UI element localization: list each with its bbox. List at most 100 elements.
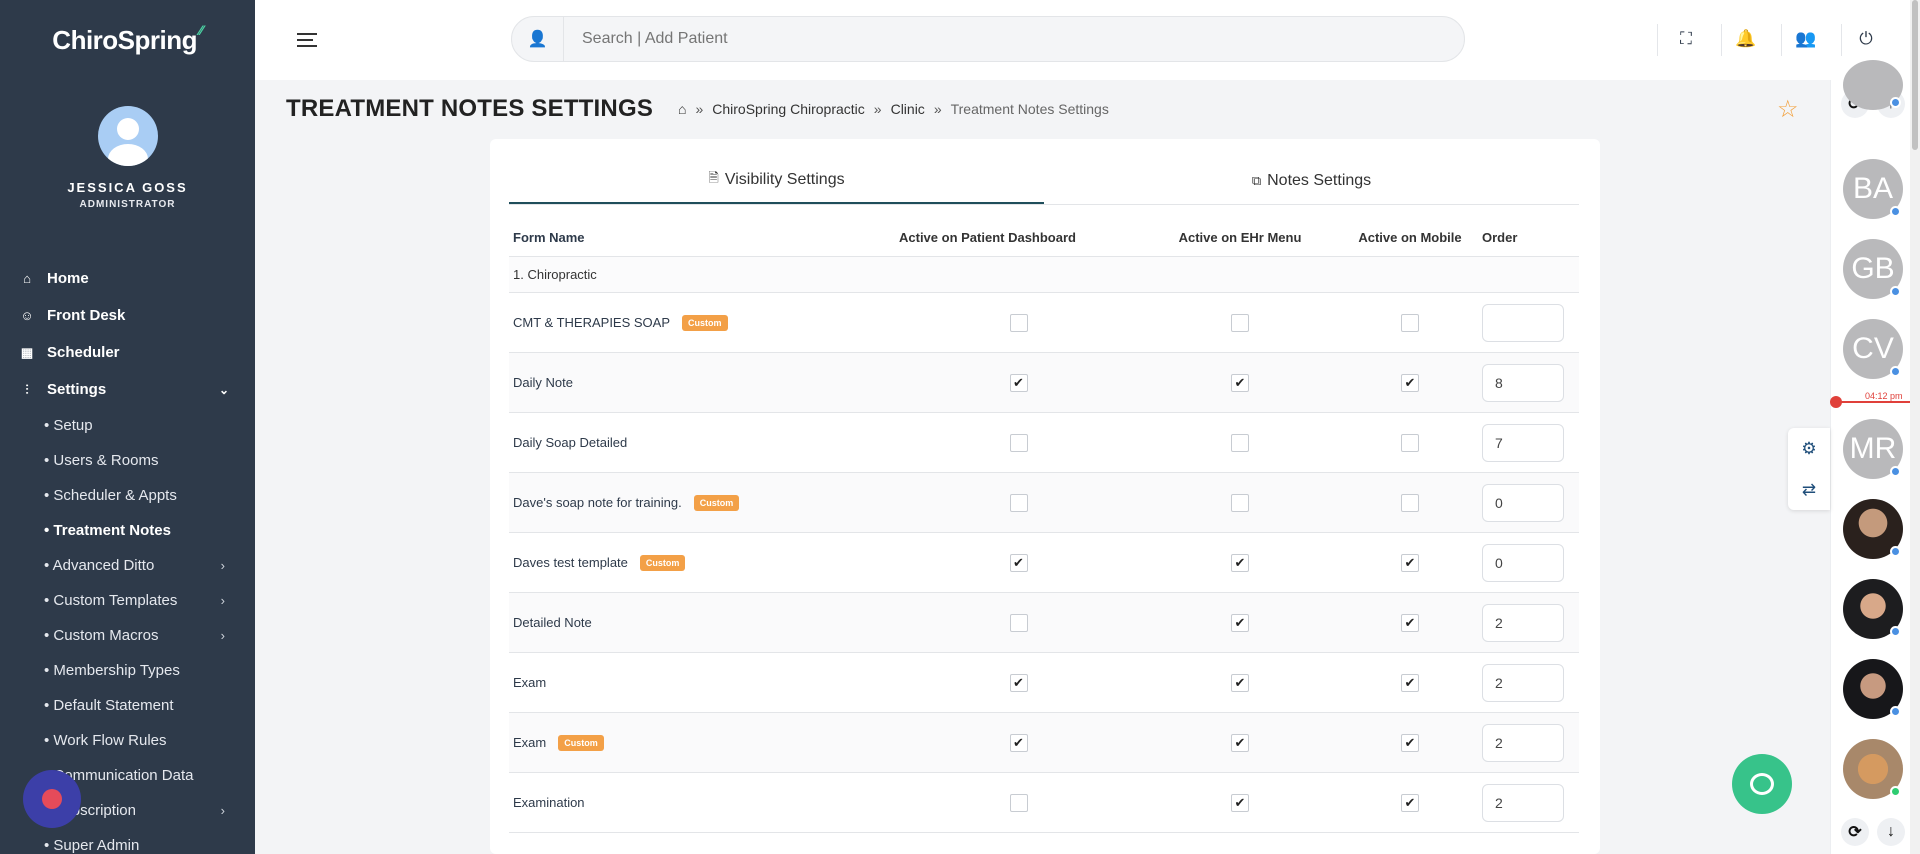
tab-visibility-settings[interactable]: 🗎 Visibility Settings bbox=[509, 158, 1044, 204]
dashboard-checkbox[interactable]: ✔ bbox=[1009, 673, 1028, 692]
power-icon[interactable]: ⏻ bbox=[1855, 28, 1877, 50]
sub-item-custom-templates[interactable]: • Custom Templates › bbox=[0, 583, 255, 618]
patient-photo[interactable] bbox=[1843, 579, 1903, 639]
sub-item-super-admin[interactable]: • Super Admin bbox=[0, 828, 255, 854]
menu-toggle-icon[interactable] bbox=[297, 33, 317, 51]
sub-item-work-flow-rules[interactable]: • Work Flow Rules bbox=[0, 723, 255, 758]
order-input[interactable] bbox=[1482, 483, 1564, 522]
chevron-right-icon: › bbox=[220, 628, 225, 643]
time-marker-dot bbox=[1830, 396, 1842, 408]
order-input[interactable] bbox=[1482, 543, 1564, 582]
form-name: Detailed Note bbox=[513, 615, 592, 630]
arrow-down-icon[interactable]: ↓ bbox=[1877, 818, 1905, 846]
transfer-icon[interactable]: ⇄ bbox=[1788, 469, 1830, 510]
dashboard-checkbox[interactable]: ✔ bbox=[1009, 373, 1028, 392]
chat-icon bbox=[1750, 773, 1774, 795]
dashboard-checkbox[interactable] bbox=[1009, 493, 1028, 512]
mobile-checkbox[interactable]: ✔ bbox=[1401, 553, 1419, 572]
ehr-checkbox[interactable] bbox=[1231, 313, 1249, 332]
scrollbar[interactable] bbox=[1910, 0, 1920, 854]
patient-photo[interactable] bbox=[1843, 499, 1903, 559]
app-logo[interactable]: ChiroSpring ⁄⁄ bbox=[0, 0, 255, 80]
form-name-cell: Daves test template Custom bbox=[509, 554, 899, 571]
users-icon[interactable]: 👥 bbox=[1795, 28, 1817, 50]
ehr-checkbox[interactable]: ✔ bbox=[1231, 793, 1249, 812]
user-name: JESSICA GOSS bbox=[67, 180, 188, 195]
breadcrumb-link[interactable]: Clinic bbox=[891, 101, 925, 117]
sub-item-users-rooms[interactable]: • Users & Rooms bbox=[0, 443, 255, 478]
patient-avatar[interactable]: MR bbox=[1843, 419, 1903, 479]
patient-avatar[interactable]: CV bbox=[1843, 319, 1903, 379]
nav-item-scheduler[interactable]: ▦ Scheduler bbox=[0, 334, 255, 371]
bell-icon[interactable]: 🔔 bbox=[1735, 28, 1757, 50]
sub-item-custom-macros[interactable]: • Custom Macros › bbox=[0, 618, 255, 653]
ehr-checkbox[interactable] bbox=[1231, 493, 1249, 512]
mobile-checkbox[interactable]: ✔ bbox=[1401, 373, 1419, 392]
dashboard-checkbox[interactable] bbox=[1009, 613, 1028, 632]
dashboard-checkbox[interactable] bbox=[1009, 313, 1028, 332]
table-row: Exam Custom ✔ ✔ ✔ bbox=[509, 713, 1579, 773]
sub-item-advanced-ditto[interactable]: • Advanced Ditto › bbox=[0, 548, 255, 583]
user-avatar[interactable] bbox=[97, 106, 158, 166]
order-input[interactable] bbox=[1482, 663, 1564, 702]
table-row: Daily Soap Detailed bbox=[509, 413, 1579, 473]
breadcrumb-current: Treatment Notes Settings bbox=[950, 101, 1109, 117]
search-input[interactable] bbox=[564, 30, 1444, 48]
sub-item-scheduler-appts[interactable]: • Scheduler & Appts bbox=[0, 478, 255, 513]
mobile-checkbox[interactable] bbox=[1401, 313, 1419, 332]
ehr-checkbox[interactable]: ✔ bbox=[1231, 373, 1249, 392]
form-name-cell: CMT & THERAPIES SOAP Custom bbox=[509, 314, 899, 331]
leaf-icon: ⁄⁄ bbox=[199, 22, 203, 38]
patient-avatar[interactable]: BA bbox=[1843, 159, 1903, 219]
dashboard-checkbox[interactable]: ✔ bbox=[1009, 553, 1028, 572]
nav-item-settings[interactable]: ⫶ Settings ⌄ bbox=[0, 371, 255, 408]
sub-item-setup[interactable]: • Setup bbox=[0, 408, 255, 443]
tab-notes-settings[interactable]: ⧉ Notes Settings bbox=[1044, 158, 1579, 204]
ehr-checkbox[interactable]: ✔ bbox=[1231, 733, 1249, 752]
mobile-checkbox[interactable]: ✔ bbox=[1401, 613, 1419, 632]
record-button[interactable] bbox=[23, 770, 81, 828]
patient-photo[interactable] bbox=[1843, 739, 1903, 799]
favorite-star-icon[interactable]: ☆ bbox=[1777, 95, 1799, 124]
nav-item-home[interactable]: ⌂ Home bbox=[0, 260, 255, 297]
ehr-checkbox[interactable]: ✔ bbox=[1231, 553, 1249, 572]
ehr-checkbox[interactable]: ✔ bbox=[1231, 673, 1249, 692]
order-input[interactable] bbox=[1482, 723, 1564, 762]
patient-photo[interactable] bbox=[1843, 659, 1903, 719]
add-patient-icon[interactable]: 👤 bbox=[512, 17, 564, 61]
order-input[interactable] bbox=[1482, 363, 1564, 402]
patient-avatar[interactable] bbox=[1843, 60, 1903, 110]
mobile-checkbox[interactable] bbox=[1401, 433, 1419, 452]
mobile-checkbox[interactable]: ✔ bbox=[1401, 793, 1419, 812]
home-icon[interactable]: ⌂ bbox=[678, 101, 686, 117]
chevron-down-icon: ⌄ bbox=[218, 382, 229, 397]
form-name: Exam bbox=[513, 735, 547, 750]
nav-item-front-desk[interactable]: ☺ Front Desk bbox=[0, 297, 255, 334]
order-input[interactable] bbox=[1482, 603, 1564, 642]
gear-users-icon[interactable]: ⚙ bbox=[1788, 428, 1830, 469]
sub-item-membership-types[interactable]: • Membership Types bbox=[0, 653, 255, 688]
breadcrumb-link[interactable]: ChiroSpring Chiropractic bbox=[712, 101, 865, 117]
mobile-checkbox[interactable]: ✔ bbox=[1401, 733, 1419, 752]
dashboard-checkbox[interactable] bbox=[1009, 793, 1028, 812]
refresh-icon[interactable]: ⟳ bbox=[1841, 818, 1869, 846]
form-name: Daily Note bbox=[513, 375, 573, 390]
mobile-checkbox[interactable] bbox=[1401, 493, 1419, 512]
dashboard-checkbox[interactable] bbox=[1009, 433, 1028, 452]
ehr-checkbox[interactable]: ✔ bbox=[1231, 613, 1249, 632]
form-name: Exam bbox=[513, 675, 547, 690]
col-dashboard: Active on Patient Dashboard bbox=[899, 230, 1076, 245]
chat-button[interactable] bbox=[1732, 754, 1792, 814]
order-input[interactable] bbox=[1482, 303, 1564, 342]
dashboard-checkbox[interactable]: ✔ bbox=[1009, 733, 1028, 752]
order-input[interactable] bbox=[1482, 423, 1564, 462]
col-ehr-menu: Active on EHr Menu bbox=[1178, 230, 1302, 245]
sub-item-default-statement[interactable]: • Default Statement bbox=[0, 688, 255, 723]
patient-avatar[interactable]: GB bbox=[1843, 239, 1903, 299]
user-role: ADMINISTRATOR bbox=[79, 199, 176, 210]
order-input[interactable] bbox=[1482, 783, 1564, 822]
sub-item-treatment-notes[interactable]: • Treatment Notes bbox=[0, 513, 255, 548]
mobile-checkbox[interactable]: ✔ bbox=[1401, 673, 1419, 692]
ehr-checkbox[interactable] bbox=[1231, 433, 1249, 452]
fullscreen-icon[interactable]: ⛶ bbox=[1675, 28, 1697, 50]
